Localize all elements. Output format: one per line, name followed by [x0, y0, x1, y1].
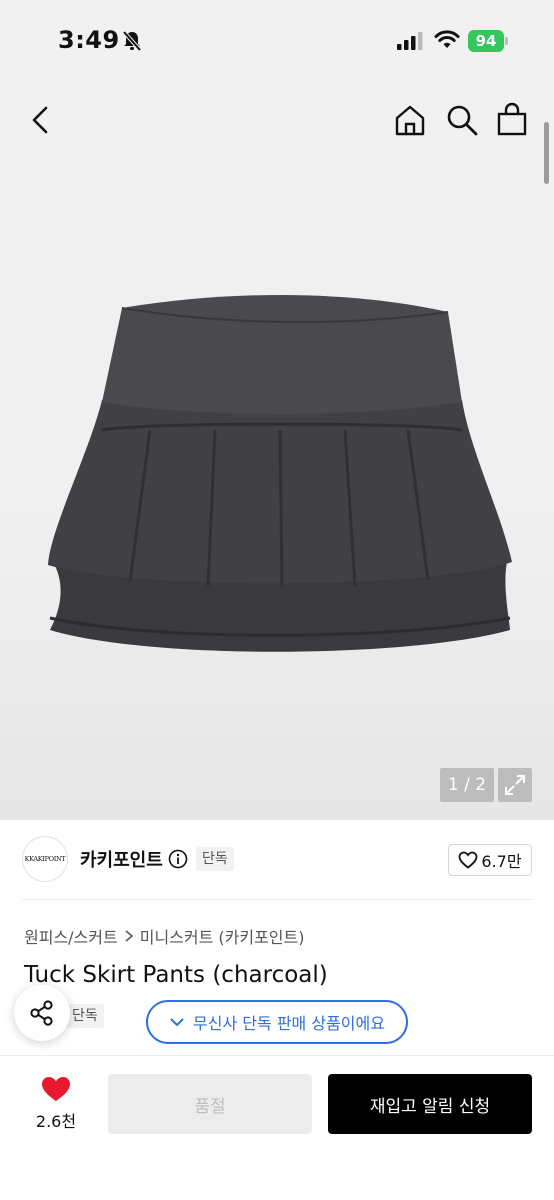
restock-alert-button[interactable]: 재입고 알림 신청: [328, 1074, 532, 1134]
musinsa-exclusive-text: 무신사 단독 판매 상품이에요: [193, 1014, 385, 1033]
info-icon[interactable]: [168, 849, 188, 869]
brand-like-button[interactable]: 6.7만: [448, 844, 532, 876]
exclusive-badge: 단독: [196, 847, 234, 871]
cellular-signal-icon: [397, 32, 423, 50]
back-icon[interactable]: [24, 102, 58, 138]
breadcrumb-category[interactable]: 원피스/스커트: [24, 924, 118, 948]
battery-tip: [505, 37, 508, 45]
wishlist-count: 2.6천: [35, 1112, 77, 1131]
brand-logo[interactable]: KKAKIPOINT: [22, 836, 68, 882]
divider: [22, 899, 532, 900]
heart-outline-icon: [459, 851, 478, 869]
chevron-down-icon: [170, 1018, 184, 1027]
product-title: Tuck Skirt Pants (charcoal): [24, 962, 328, 988]
product-exclusive-badge: 단독: [66, 1004, 104, 1028]
wifi-icon: [434, 30, 460, 48]
scroll-indicator[interactable]: [544, 122, 549, 184]
soldout-button[interactable]: 품절: [108, 1074, 312, 1134]
shopping-bag-icon[interactable]: [494, 102, 530, 138]
brand-name[interactable]: 카키포인트: [80, 846, 163, 872]
home-icon[interactable]: [392, 102, 428, 138]
expand-icon: [505, 775, 525, 795]
battery-indicator: 94: [468, 30, 508, 52]
search-icon[interactable]: [444, 102, 480, 138]
heart-filled-icon[interactable]: [40, 1075, 72, 1103]
status-time: 3:49: [58, 26, 120, 54]
expand-image-button[interactable]: [498, 768, 532, 802]
status-bar: 3:49 94: [0, 0, 554, 80]
chevron-right-icon: [125, 930, 133, 942]
battery-level: 94: [468, 30, 504, 52]
share-button[interactable]: [14, 985, 70, 1041]
musinsa-exclusive-notice[interactable]: 무신사 단독 판매 상품이에요: [146, 1000, 408, 1044]
silent-bell-icon: [122, 30, 142, 52]
brand-like-count: 6.7만: [481, 852, 522, 871]
breadcrumb-subcategory[interactable]: 미니스커트 (카키포인트): [140, 924, 305, 948]
product-image-skirt: [48, 294, 512, 652]
breadcrumb: 원피스/스커트 미니스커트 (카키포인트): [24, 924, 305, 948]
gallery-pager: 1 / 2: [440, 768, 494, 802]
share-icon: [30, 1000, 53, 1026]
